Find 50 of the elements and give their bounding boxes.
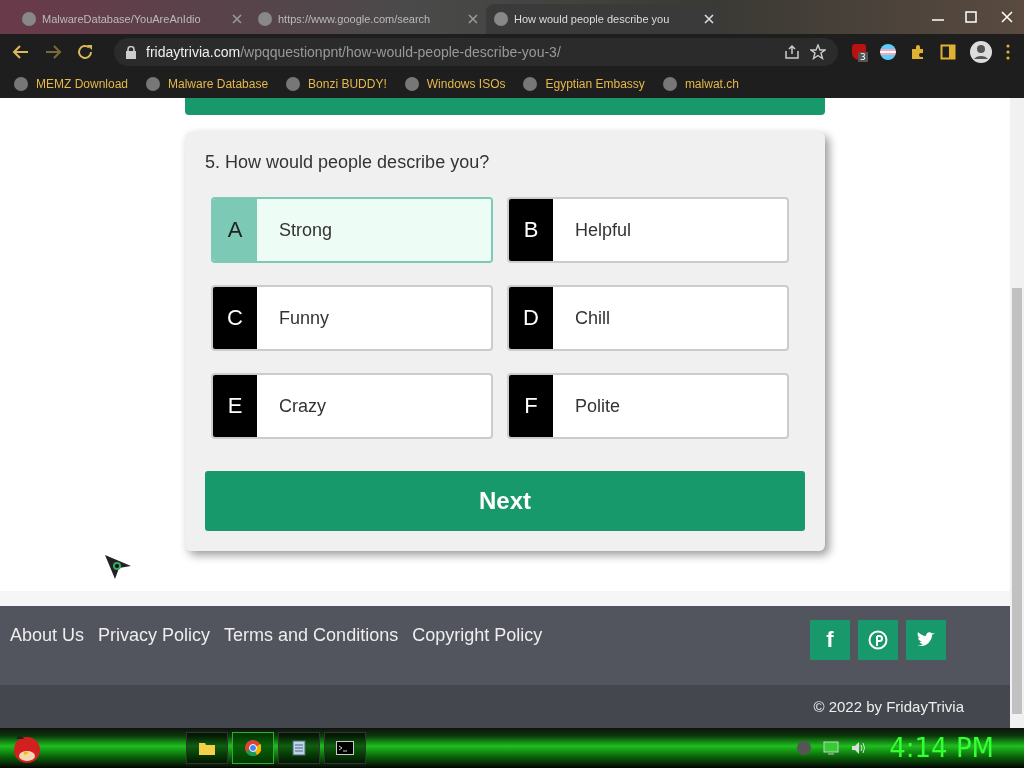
- clock: 4:14 PM: [889, 733, 994, 763]
- question-text: 5. How would people describe you?: [205, 152, 491, 173]
- extension-icon[interactable]: 3: [852, 44, 866, 60]
- address-field[interactable]: fridaytrivia.com/wpqquestionpnt/how-would-people-describe-you-3/: [114, 38, 838, 66]
- copyright-text: © 2022 by FridayTrivia: [813, 698, 964, 715]
- back-icon[interactable]: [12, 43, 30, 61]
- answer-option[interactable]: A Strong: [211, 197, 493, 263]
- bookmark[interactable]: MEMZ Download: [14, 77, 129, 91]
- answer-option[interactable]: C Funny: [211, 285, 493, 351]
- browser-tab[interactable]: https://www.google.com/search: [250, 4, 486, 34]
- pinterest-icon: [868, 630, 888, 650]
- answer-option[interactable]: B Helpful: [507, 197, 789, 263]
- speaker-icon[interactable]: [851, 741, 868, 755]
- folder-icon[interactable]: [186, 732, 228, 764]
- bookmark[interactable]: Malware Database: [146, 77, 269, 91]
- terminal-icon[interactable]: [324, 732, 366, 764]
- bookmark[interactable]: malwat.ch: [662, 77, 739, 91]
- facebook-button[interactable]: f: [810, 620, 850, 660]
- footer-link[interactable]: Copyright Policy: [412, 624, 543, 646]
- bird-icon: [916, 631, 936, 649]
- lock-icon: [126, 45, 136, 59]
- footer-link[interactable]: Terms and Conditions: [224, 624, 399, 646]
- answer-option[interactable]: D Chill: [507, 285, 789, 351]
- share-icon[interactable]: [784, 44, 800, 60]
- bookmark[interactable]: Windows ISOs: [404, 77, 506, 91]
- browser-tab[interactable]: MalwareDatabase/YouAreAnIdio: [14, 4, 250, 34]
- pinterest-button[interactable]: [858, 620, 898, 660]
- chrome-icon[interactable]: [232, 732, 274, 764]
- footer-link[interactable]: Privacy Policy: [98, 624, 211, 646]
- browser-tab[interactable]: How would people describe you: [486, 4, 722, 34]
- cursor-icon: [104, 554, 132, 580]
- answer-option[interactable]: E Crazy: [211, 373, 493, 439]
- bookmark[interactable]: Egyptian Embassy: [523, 77, 645, 91]
- avatar-icon[interactable]: [970, 41, 992, 63]
- forward-icon[interactable]: [44, 43, 62, 61]
- scrollbar[interactable]: [1010, 98, 1024, 728]
- flag-icon[interactable]: [880, 44, 896, 60]
- reload-icon[interactable]: [76, 43, 94, 61]
- answer-option[interactable]: F Polite: [507, 373, 789, 439]
- sidebar-icon[interactable]: [940, 44, 956, 60]
- next-button[interactable]: Next: [205, 471, 805, 531]
- star-icon[interactable]: [810, 44, 826, 60]
- monitor-icon[interactable]: [823, 741, 840, 755]
- footer-link[interactable]: About Us: [10, 624, 85, 646]
- menu-icon[interactable]: [1006, 44, 1010, 60]
- extension-badge: 3: [858, 52, 868, 62]
- bookmark[interactable]: Bonzi BUDDY!: [286, 77, 387, 91]
- bird-button[interactable]: [906, 620, 946, 660]
- notepad-icon[interactable]: [278, 732, 320, 764]
- puzzle-icon[interactable]: [910, 44, 926, 60]
